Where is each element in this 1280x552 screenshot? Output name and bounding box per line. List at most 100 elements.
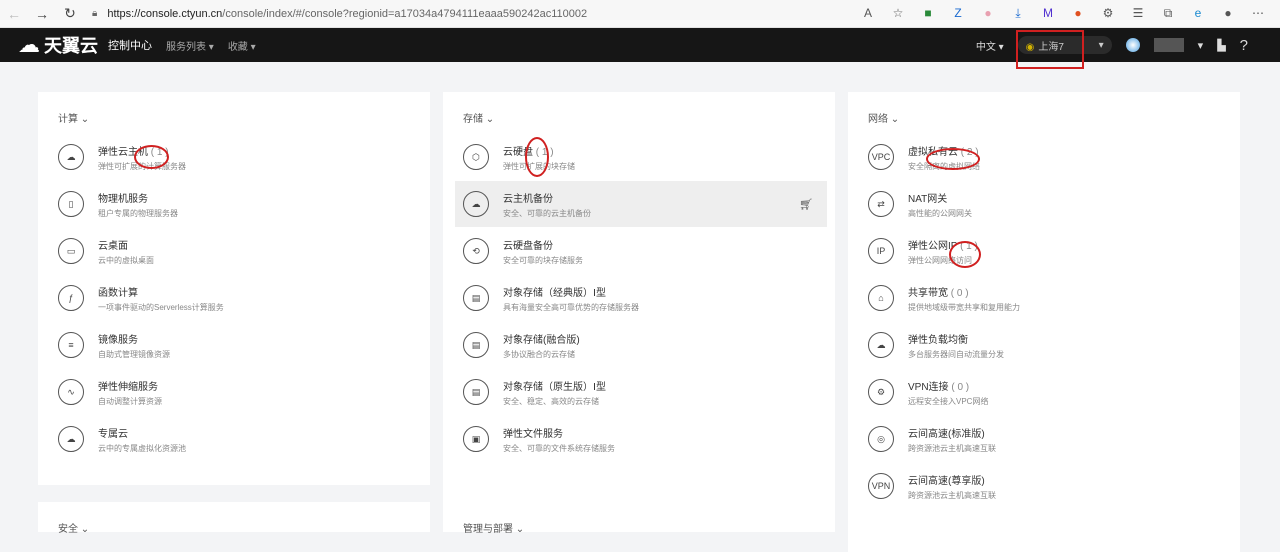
menu-favorites[interactable]: 收藏 ▾	[228, 38, 256, 53]
cart-icon[interactable]: 🛒︎	[799, 198, 813, 211]
service-item[interactable]: ◎ 云间高速(标准版) 跨资源池云主机高速互联	[860, 416, 1232, 462]
service-name: 专属云	[98, 428, 128, 440]
card-title[interactable]: 计算 ⌄	[58, 110, 430, 125]
logo[interactable]: ☁ 天翼云 控制中心	[18, 32, 152, 58]
service-icon: ƒ	[58, 285, 84, 311]
help-icon[interactable]: ?	[1240, 37, 1248, 54]
card-title[interactable]: 网络 ⌄	[868, 110, 1240, 125]
annotation-circle	[134, 145, 169, 169]
service-icon: ▣	[463, 426, 489, 452]
service-item[interactable]: ☁ 专属云 云中的专属虚拟化资源池	[50, 416, 422, 462]
edge-icon[interactable]: e	[1190, 6, 1206, 21]
favorites-icon[interactable]: ☰	[1130, 6, 1146, 21]
language-select[interactable]: 中文 ▾	[976, 38, 1004, 53]
annotation-circle	[525, 137, 549, 177]
extension-icon[interactable]: ■	[920, 6, 936, 21]
service-icon: ⌂	[868, 285, 894, 311]
service-desc: 安全可靠的块存储服务	[503, 255, 583, 265]
card-compute: 计算 ⌄ ☁ 弹性云主机 ( 1 ) 弹性可扩展的计算服务器 ▯ 物理机服务 租户专属的物…	[38, 92, 430, 485]
service-icon: VPC	[868, 144, 894, 170]
extension-icon[interactable]: ●	[1070, 6, 1086, 21]
service-item[interactable]: ▤ 对象存储（经典版）Ⅰ型 具有海量安全高可靠优势的存储服务器	[455, 275, 827, 321]
service-item[interactable]: VPN 云间高速(尊享版) 跨资源池云主机高速互联	[860, 463, 1232, 509]
service-item[interactable]: ▤ 对象存储（原生版）Ⅰ型 安全、稳定、高效的云存储	[455, 369, 827, 415]
card-security: 安全 ⌄	[38, 502, 430, 535]
menu-service-list[interactable]: 服务列表 ▾	[166, 38, 214, 53]
service-icon: ⬡	[463, 144, 489, 170]
lock-icon: 🔒︎	[92, 8, 98, 19]
service-icon: ▤	[463, 285, 489, 311]
service-desc: 跨资源池云主机高速互联	[908, 443, 996, 453]
service-item[interactable]: ≡ 镜像服务 自助式管理镜像资源	[50, 322, 422, 368]
chevron-down-icon[interactable]: ▾	[1198, 39, 1204, 52]
back-icon[interactable]: ←	[0, 6, 28, 22]
more-icon[interactable]: ⋯	[1250, 6, 1266, 21]
service-item[interactable]: ☁ 弹性云主机 ( 1 ) 弹性可扩展的计算服务器	[50, 134, 422, 180]
download-icon[interactable]: ⤓	[1010, 6, 1026, 21]
service-name: NAT网关	[908, 193, 948, 205]
service-item[interactable]: ▣ 弹性文件服务 安全、可靠的文件系统存储服务	[455, 416, 827, 462]
service-item[interactable]: ƒ 函数计算 一项事件驱动的Serverless计算服务	[50, 275, 422, 321]
service-name: 对象存储(融合版)	[503, 334, 580, 346]
read-aloud-icon[interactable]: A	[860, 6, 876, 21]
service-name: 云硬盘备份	[503, 240, 553, 252]
annotation-circle	[926, 148, 980, 170]
favorite-add-icon[interactable]: ☆	[890, 6, 906, 21]
service-item[interactable]: VPC 虚拟私有云 ( 2 ) 安全隔离的虚拟网络	[860, 134, 1232, 180]
service-item[interactable]: ⚙ VPN连接 ( 0 ) 远程安全接入VPC网络	[860, 369, 1232, 415]
service-icon: ◎	[868, 426, 894, 452]
service-item[interactable]: ∿ 弹性伸缩服务 自动调整计算资源	[50, 369, 422, 415]
service-item[interactable]: IP 弹性公网IP ( 1 ) 弹性公网网络访问	[860, 228, 1232, 274]
forward-icon[interactable]: →	[28, 6, 56, 22]
service-desc: 多台服务器间自动流量分发	[908, 349, 1004, 359]
card-title[interactable]: 存储 ⌄	[463, 110, 835, 125]
service-count: ( 0 )	[951, 381, 970, 393]
annotation-box	[1016, 30, 1084, 69]
address-bar[interactable]: 🔒︎ https://console.ctyun.cn/console/index…	[92, 8, 860, 20]
service-icon: ∿	[58, 379, 84, 405]
service-icon: ☁	[58, 426, 84, 452]
service-name: VPN连接	[908, 381, 949, 393]
chevron-down-icon: ▾	[1098, 39, 1104, 51]
annotation-circle	[949, 241, 981, 268]
service-desc: 跨资源池云主机高速互联	[908, 490, 996, 500]
service-icon: VPN	[868, 473, 894, 499]
cloud-logo-icon: ☁	[18, 32, 40, 57]
service-desc: 具有海量安全高可靠优势的存储服务器	[503, 302, 639, 312]
service-name: 函数计算	[98, 287, 138, 299]
service-item[interactable]: ▤ 对象存储(融合版) 多协议融合的云存储	[455, 322, 827, 368]
avatar[interactable]	[1125, 38, 1140, 52]
service-item[interactable]: ▯ 物理机服务 租户专属的物理服务器	[50, 181, 422, 227]
service-item[interactable]: ⟲ 云硬盘备份 安全可靠的块存储服务	[455, 228, 827, 274]
service-item[interactable]: ⬡ 云硬盘 ( 1 ) 弹性可扩展的块存储	[455, 134, 827, 180]
service-desc: 多协议融合的云存储	[503, 349, 575, 359]
card-storage: 存储 ⌄ ⬡ 云硬盘 ( 1 ) 弹性可扩展的块存储 ☁ 云主机备份 安全、可靠的云主机备…	[443, 92, 835, 532]
service-name: 弹性文件服务	[503, 428, 563, 440]
service-desc: 安全、可靠的文件系统存储服务	[503, 443, 615, 453]
username-masked[interactable]	[1153, 38, 1184, 52]
collections-icon[interactable]: ⧉	[1160, 6, 1176, 21]
extensions-icon[interactable]: ⚙	[1100, 6, 1116, 21]
refresh-icon[interactable]: ↻	[56, 5, 84, 22]
service-name: 云间高速(尊享版)	[908, 475, 985, 487]
service-icon: ≡	[58, 332, 84, 358]
service-count: ( 0 )	[950, 287, 969, 299]
service-item[interactable]: ⇄ NAT网关 高性能的公网网关	[860, 181, 1232, 227]
service-name: 云主机备份	[503, 193, 553, 205]
service-item[interactable]: ☁ 弹性负载均衡 多台服务器间自动流量分发	[860, 322, 1232, 368]
service-desc: 云中的专属虚拟化资源池	[98, 443, 186, 453]
service-desc: 远程安全接入VPC网络	[908, 396, 989, 406]
service-icon: ▯	[58, 191, 84, 217]
service-desc: 高性能的公网网关	[908, 208, 972, 218]
service-desc: 安全、稳定、高效的云存储	[503, 396, 599, 406]
extension-icon[interactable]: M	[1040, 6, 1056, 21]
service-item[interactable]: ▭ 云桌面 云中的虚拟桌面	[50, 228, 422, 274]
service-name: 镜像服务	[98, 334, 138, 346]
service-item[interactable]: ☁ 云主机备份 安全、可靠的云主机备份 🛒︎	[455, 181, 827, 227]
chart-icon[interactable]: ▙	[1217, 39, 1225, 52]
profile-icon[interactable]: ●	[1220, 6, 1236, 21]
service-item[interactable]: ⌂ 共享带宽 ( 0 ) 提供地域级带宽共享和复用能力	[860, 275, 1232, 321]
extension-icon[interactable]: Z	[950, 6, 966, 21]
extension-icon[interactable]: ●	[980, 6, 996, 21]
service-icon: ▤	[463, 379, 489, 405]
